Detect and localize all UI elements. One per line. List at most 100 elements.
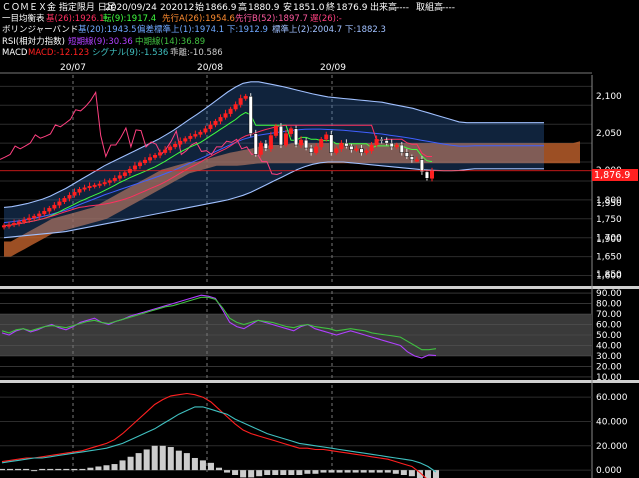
candle-body-77 [389,142,394,148]
header-high-label: 高 [238,1,247,13]
macd-hist-bar-25 [199,460,206,471]
header-volume: ---- [396,3,409,13]
candle-body-1 [7,224,12,227]
macd-hist-bar-53 [424,470,431,478]
macd-tick-3: 60.000 [596,393,628,403]
price-tick-1850: 1,850 [596,270,622,280]
candle-body-31 [158,152,163,156]
macd-hist-bar-14 [111,464,118,471]
bollinger-mid: 基(20):1943.5 [78,24,137,35]
macd-hist-bar-33 [264,470,271,475]
rsi-tick-1: 20.00 [596,362,622,372]
candle-body-34 [173,143,178,148]
macd-hist-bar-44 [352,470,359,473]
candle-body-61 [309,147,314,153]
macd-hist-bar-28 [224,470,231,473]
candle-body-30 [153,154,158,158]
candle-body-15 [77,189,82,193]
ichimoku-lag: 遅(26):- [310,14,342,24]
candle-body-10 [52,204,57,209]
candle-body-3 [17,221,22,224]
macd-tick-1: 20.000 [596,442,628,452]
candle-body-32 [163,149,168,153]
rsi-tick-0: 10.00 [596,373,622,383]
macd-hist-bar-41 [328,470,335,473]
header-oi-label: 取組高 [416,1,443,13]
candle-body-6 [32,215,37,219]
divider-price-rsi [0,286,639,289]
price-tick-low-1: 1,750 [596,215,622,225]
macd-hist-bar-24 [191,457,198,471]
header: ＣＯＭＥＸ金 指定限月 日足 2020/09/24 202012 始 1866.… [2,1,455,13]
candle-body-51 [258,142,263,155]
macd-hist-bar-1 [7,468,14,471]
macd-hist-bar-31 [248,470,255,478]
candle-body-40 [203,128,208,133]
macd-hist-bar-36 [288,470,295,475]
macd-hist-bar-15 [119,460,126,471]
candle-body-66 [334,148,339,153]
price-tick-2100: 2,100 [596,92,622,102]
macd-hist-bar-0 [0,468,6,471]
candle-body-2 [12,223,17,226]
candle-body-27 [137,162,142,167]
macd-hist-bar-22 [175,450,182,471]
price-tick-1900: 1,900 [596,235,622,245]
rsi-tick-4: 50.00 [596,331,622,341]
header-low-label: 安 [283,1,292,13]
candle-body-42 [213,120,218,126]
candle-body-18 [92,184,97,187]
candle-body-57 [288,128,294,134]
candle-body-49 [248,95,253,134]
macd-hist-bar-12 [95,466,102,471]
candle-body-43 [218,117,223,122]
candle-body-50 [253,133,258,155]
macd-hist-bar-10 [79,468,86,471]
candle-body-55 [278,125,283,146]
macd-hist-bar-4 [31,470,38,472]
candle-body-84 [424,171,429,179]
candle-body-83 [419,159,424,173]
header-contract: 202012 [160,3,194,13]
candle-body-53 [268,135,273,150]
macd-hist-bar-45 [360,470,367,473]
macd-hist-bar-7 [55,468,62,471]
rsi-long: 中期線(14):36.89 [135,36,205,47]
candle-body-59 [299,139,304,146]
bollinger-band1: 偏差標準上(1):1974.1 下:1912.9 [137,24,268,35]
macd-hist-bar-6 [47,468,54,471]
candle-body-80 [404,152,409,157]
price-tick-low-3: 1,650 [596,253,622,263]
macd-hist-bar-42 [336,470,343,473]
header-high: 1880.9 [248,3,280,13]
macd-tick-0: 0.000 [596,466,622,476]
candle-body-62 [314,146,319,153]
candle-body-70 [354,148,359,151]
macd-signal: シグナル(9):-1.536 [92,47,168,58]
macd-hist-bar-49 [392,470,399,474]
macd-hist-bar-23 [183,453,190,471]
candle-body-11 [57,201,62,206]
candle-body-12 [62,198,67,203]
macd-value: MACD:-12.123 [28,48,89,58]
header-date: 2020/09/24 [105,3,157,13]
candle-body-82 [414,159,419,162]
candle-body-81 [409,156,414,161]
candle-body-41 [208,124,213,129]
macd-hist-bar-21 [167,447,174,471]
macd-hist-bar-40 [320,470,327,473]
ichimoku-conv: 転(9):1917.4 [103,14,156,24]
macd-hist-bar-48 [384,470,391,473]
candle-body-4 [22,219,27,223]
candle-body-19 [97,183,102,186]
header-oi: ---- [442,3,455,13]
header-symbol: ＣＯＭＥＸ金 指定限月 日足 [2,1,116,13]
macd-hist-bar-46 [368,470,375,473]
macd-hist-bar-17 [135,453,142,471]
rsi-tick-2: 30.00 [596,352,622,362]
macd-hist-bar-9 [71,468,78,471]
candle-body-38 [193,134,198,137]
divider-rsi-macd [0,380,639,383]
candle-body-78 [394,144,399,148]
date-label-0: 20/07 [60,63,86,73]
